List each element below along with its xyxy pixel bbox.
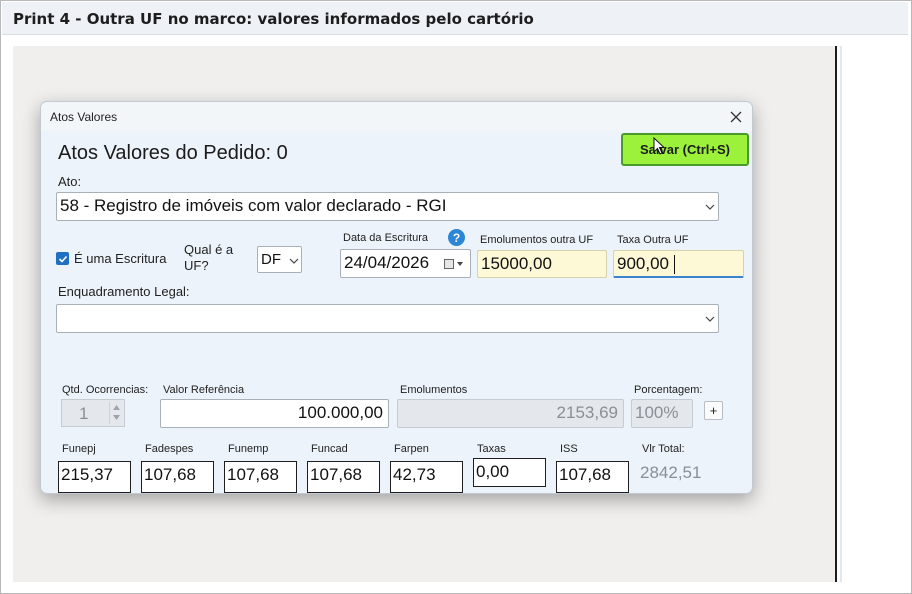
taxa-outra-uf-input[interactable]: 900,00: [613, 250, 744, 278]
enquadramento-select[interactable]: [56, 304, 719, 333]
taxas-field[interactable]: 0,00: [473, 458, 546, 487]
text-caret: [674, 255, 675, 274]
dialog-heading: Atos Valores do Pedido: 0: [58, 142, 288, 164]
porcentagem-readonly: 100%: [631, 399, 693, 428]
data-escritura-label: Data da Escritura: [343, 232, 428, 244]
taxas-label: Taxas: [477, 443, 506, 455]
qtd-ocorrencias-value: 1: [79, 404, 89, 423]
document-header: Print 4 - Outra UF no marco: valores inf…: [2, 2, 908, 35]
funepj-value: 215,37: [61, 465, 113, 484]
emolumentos-outra-uf-input[interactable]: 15000,00: [477, 250, 607, 278]
funcad-label: Funcad: [311, 443, 348, 455]
chevron-down-icon: [705, 316, 715, 322]
atos-valores-dialog: Atos Valores Atos Valores do Pedido: 0 S…: [40, 101, 753, 494]
farpen-value: 42,73: [393, 465, 436, 484]
porcentagem-value: 100%: [635, 403, 679, 422]
qual-uf-label-line1: Qual é a: [184, 242, 234, 257]
chevron-down-icon: [289, 258, 299, 264]
porcentagem-label: Porcentagem:: [634, 384, 703, 396]
fadespes-value: 107,68: [144, 465, 196, 484]
add-percentage-button[interactable]: +: [704, 401, 723, 420]
stepper-arrows[interactable]: [109, 402, 123, 424]
emolumentos-outra-uf-label: Emolumentos outra UF: [480, 234, 594, 246]
taxa-outra-uf-value: 900,00: [617, 254, 669, 273]
iss-label: ISS: [560, 443, 578, 455]
emolumentos-readonly: 2153,69: [397, 399, 624, 428]
save-button[interactable]: Salvar (Ctrl+S): [621, 133, 749, 166]
page-title: Print 4 - Outra UF no marco: valores inf…: [13, 10, 534, 28]
fadespes-label: Fadespes: [145, 443, 194, 455]
enquadramento-label: Enquadramento Legal:: [58, 284, 190, 299]
funepj-field[interactable]: 215,37: [58, 461, 131, 493]
funepj-label: Funepj: [62, 443, 96, 455]
iss-value: 107,68: [559, 465, 611, 484]
farpen-label: Farpen: [394, 443, 429, 455]
emolumentos-value: 2153,69: [556, 403, 618, 422]
qtd-ocorrencias-label: Qtd. Ocorrencias:: [62, 384, 149, 396]
mouse-cursor-icon: [653, 137, 665, 155]
chevron-down-icon: [705, 204, 715, 210]
desktop-divider: [835, 46, 837, 582]
uf-select-value: DF: [261, 251, 281, 268]
ato-select[interactable]: 58 - Registro de imóveis com valor decla…: [56, 192, 719, 221]
dialog-titlebar: Atos Valores: [41, 102, 752, 131]
funcad-field[interactable]: 107,68: [307, 461, 380, 493]
funemp-label: Funemp: [228, 443, 269, 455]
chevron-up-icon: [113, 405, 120, 410]
chevron-down-icon: [113, 415, 120, 420]
qual-uf-label-line2: UF?: [184, 258, 209, 273]
funemp-value: 107,68: [227, 465, 279, 484]
emolumentos-label: Emolumentos: [400, 384, 468, 396]
taxas-value: 0,00: [476, 462, 510, 481]
close-icon: [730, 111, 742, 123]
data-escritura-value: 24/04/2026: [344, 253, 430, 272]
funemp-field[interactable]: 107,68: [224, 461, 297, 493]
qtd-ocorrencias-stepper[interactable]: 1: [61, 399, 125, 427]
funcad-value: 107,68: [310, 465, 362, 484]
valor-referencia-label: Valor Referência: [163, 384, 245, 396]
ato-label: Ato:: [58, 174, 82, 189]
uf-select[interactable]: DF: [257, 246, 302, 273]
close-button[interactable]: [724, 106, 748, 128]
desktop-edge: [840, 46, 842, 582]
taxa-outra-uf-label: Taxa Outra UF: [617, 234, 689, 246]
ato-select-value: 58 - Registro de imóveis com valor decla…: [60, 196, 447, 215]
calendar-dropdown-icon: [444, 259, 463, 269]
iss-field[interactable]: 107,68: [556, 461, 629, 493]
escritura-checkbox[interactable]: [56, 252, 69, 265]
valor-referencia-input[interactable]: 100.000,00: [160, 399, 389, 428]
emolumentos-outra-uf-value: 15000,00: [481, 254, 552, 273]
farpen-field[interactable]: 42,73: [390, 461, 463, 493]
checkmark-icon: [58, 255, 67, 263]
valor-referencia-value: 100.000,00: [297, 403, 383, 422]
window-title: Atos Valores: [50, 110, 118, 124]
help-icon[interactable]: ?: [448, 229, 465, 246]
data-escritura-input[interactable]: 24/04/2026: [340, 249, 471, 278]
escritura-label: É uma Escritura: [74, 251, 167, 266]
vlr-total-value: 2842,51: [640, 463, 702, 482]
vlr-total-label: Vlr Total:: [642, 443, 685, 455]
fadespes-field[interactable]: 107,68: [141, 461, 214, 493]
